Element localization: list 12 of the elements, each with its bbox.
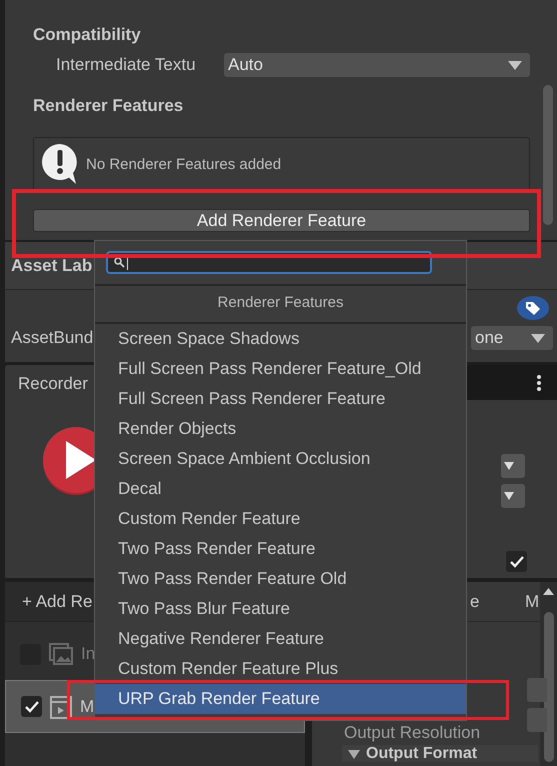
help-message: No Renderer Features added [86, 156, 282, 172]
menu-header: Renderer Features [218, 294, 344, 311]
field-label: Intermediate Textu [56, 55, 197, 75]
section-heading: Compatibility [33, 24, 142, 46]
field-label: Output Resolution [344, 723, 480, 742]
field-label: AssetBund [11, 328, 94, 349]
column-header: M [525, 592, 540, 612]
section-title: Asset Lab [11, 256, 92, 275]
recorder-name: M [80, 696, 94, 716]
section-heading: Renderer Features [33, 95, 184, 117]
recorder-name: In [81, 644, 96, 664]
column-header: e [470, 592, 480, 612]
